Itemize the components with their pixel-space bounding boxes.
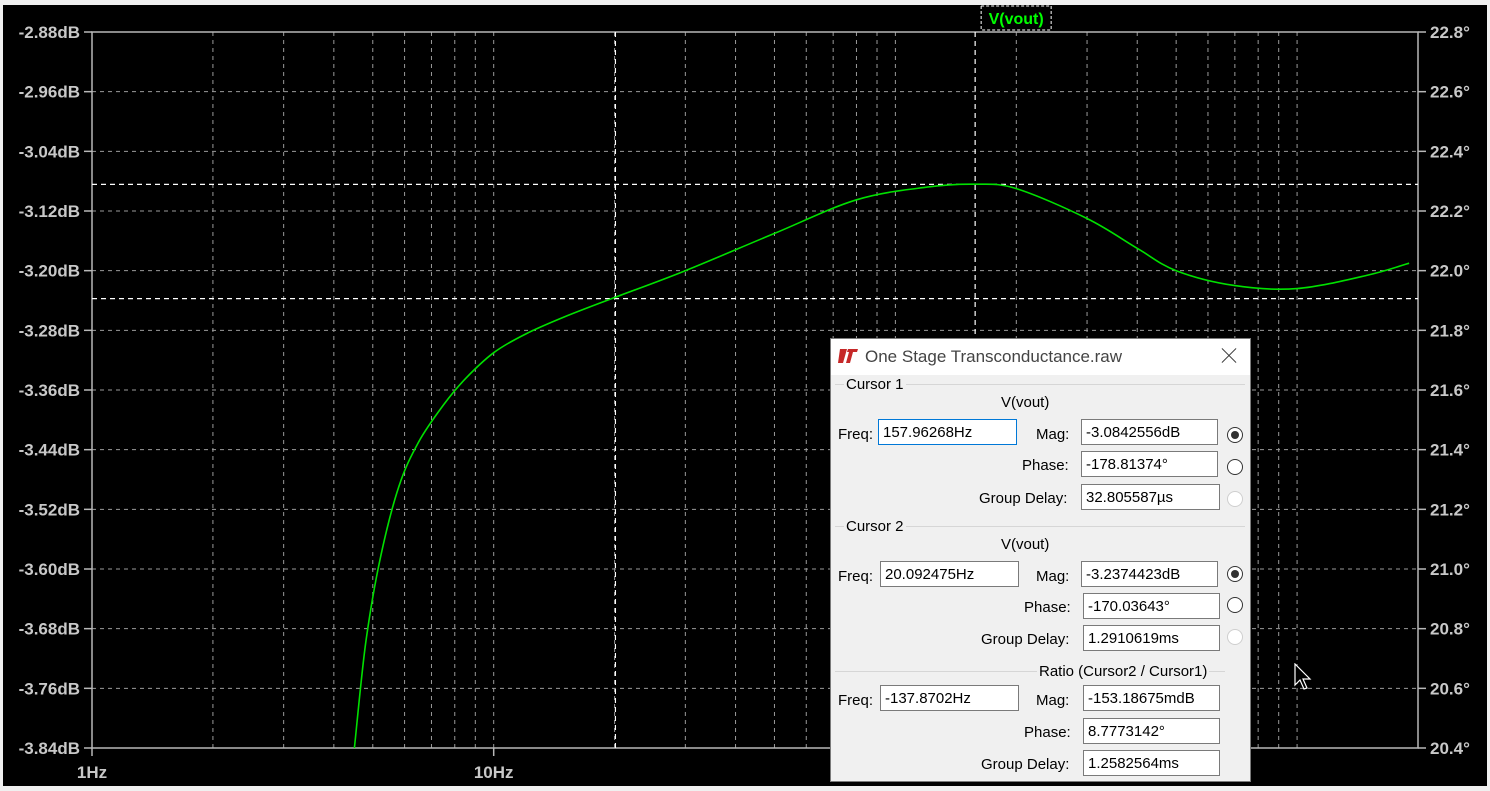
cursor2-phase-radio[interactable]	[1227, 597, 1243, 613]
dialog-title: One Stage Transconductance.raw	[865, 347, 1123, 366]
y-tick-label: -3.28dB	[19, 321, 80, 340]
cursor1-group-delay-field[interactable]	[1081, 484, 1220, 510]
y2-tick-label: 21.4°	[1430, 441, 1470, 460]
ratio-mag-label: Mag:	[1036, 692, 1070, 709]
y-tick-label: -3.76dB	[19, 679, 80, 698]
y2-tick-label: 22.8°	[1430, 23, 1470, 42]
y-tick-label: -3.12dB	[19, 202, 80, 221]
ratio-freq-field[interactable]	[880, 685, 1019, 711]
y2-tick-label: 20.8°	[1430, 620, 1470, 639]
cursor2-mag-field[interactable]	[1081, 561, 1218, 587]
cursor2-mag-radio[interactable]	[1227, 566, 1243, 582]
y-tick-label: -2.96dB	[19, 83, 80, 102]
trace-label[interactable]: V(vout)	[989, 11, 1044, 28]
cursor1-group-delay-radio	[1227, 491, 1243, 507]
cursor2-group-label: Cursor 2	[844, 518, 906, 535]
ratio-phase-label: Phase:	[1024, 724, 1071, 741]
y2-tick-label: 20.6°	[1430, 679, 1470, 698]
y-tick-label: -3.68dB	[19, 620, 80, 639]
cursor2-phase-label: Phase:	[1024, 599, 1071, 616]
cursor1-group-label: Cursor 1	[844, 376, 906, 393]
y2-tick-label: 22.2°	[1430, 202, 1470, 221]
x-tick-label: 1Hz	[77, 763, 107, 782]
y-tick-label: -3.20dB	[19, 262, 80, 281]
y2-tick-label: 22.6°	[1430, 83, 1470, 102]
cursor2-group-delay-radio	[1227, 629, 1243, 645]
cursor1-freq-field[interactable]	[878, 419, 1017, 445]
cursor1-group-delay-label: Group Delay:	[979, 490, 1068, 507]
waveform-plot[interactable]: -2.88dB -2.96dB -3.04dB -3.12dB -3.20dB -3.28…	[0, 0, 1490, 791]
dialog-titlebar[interactable]: One Stage Transconductance.raw	[831, 339, 1250, 375]
close-icon[interactable]	[1215, 343, 1243, 369]
cursor1-mag-radio[interactable]	[1227, 427, 1243, 443]
ltspice-logo-icon	[838, 349, 858, 363]
y2-tick-label: 21.8°	[1430, 321, 1470, 340]
y2-tick-label: 21.0°	[1430, 560, 1470, 579]
cursor1-freq-label: Freq:	[838, 426, 874, 443]
ratio-group-label: Ratio (Cursor2 / Cursor1)	[1037, 663, 1210, 680]
y-tick-label: -3.52dB	[19, 500, 80, 519]
cursor2-freq-label: Freq:	[838, 568, 874, 585]
cursor-dialog: One Stage Transconductance.raw Cursor 1 …	[830, 338, 1251, 782]
cursor1-mag-field[interactable]	[1081, 419, 1218, 445]
plot-background	[3, 5, 1487, 786]
y-tick-label: -3.44dB	[19, 441, 80, 460]
cursor1-phase-radio[interactable]	[1227, 459, 1243, 475]
ratio-freq-label: Freq:	[838, 692, 874, 709]
cursor1-phase-label: Phase:	[1022, 457, 1069, 474]
ratio-group-delay-field[interactable]	[1083, 750, 1220, 776]
y-tick-label: -3.36dB	[19, 381, 80, 400]
y2-tick-label: 21.2°	[1430, 500, 1470, 519]
y2-tick-label: 22.0°	[1430, 262, 1470, 281]
y2-tick-label: 22.4°	[1430, 142, 1470, 161]
cursor1-trace-label: V(vout)	[1001, 394, 1050, 411]
cursor2-phase-field[interactable]	[1083, 593, 1220, 619]
mouse-pointer-icon	[1294, 663, 1312, 690]
cursor1-phase-field[interactable]	[1081, 451, 1218, 477]
cursor1-mag-label: Mag:	[1036, 426, 1070, 443]
y2-tick-label: 21.6°	[1430, 381, 1470, 400]
ratio-mag-field[interactable]	[1083, 685, 1220, 711]
plot-svg: -2.88dB -2.96dB -3.04dB -3.12dB -3.20dB -3.28…	[0, 0, 1490, 791]
cursor2-mag-label: Mag:	[1036, 568, 1070, 585]
y2-tick-label: 20.4°	[1430, 739, 1470, 758]
y-tick-label: -3.84dB	[19, 739, 80, 758]
cursor2-group-delay-label: Group Delay:	[981, 631, 1070, 648]
cursor2-trace-label: V(vout)	[1001, 536, 1050, 553]
cursor2-group-delay-field[interactable]	[1083, 625, 1220, 651]
y-tick-label: -3.60dB	[19, 560, 80, 579]
y-tick-label: -3.04dB	[19, 142, 80, 161]
ratio-phase-field[interactable]	[1083, 718, 1220, 744]
cursor2-freq-field[interactable]	[880, 561, 1019, 587]
x-tick-label: 10Hz	[474, 763, 514, 782]
ratio-group-delay-label: Group Delay:	[981, 756, 1070, 773]
y-tick-label: -2.88dB	[19, 23, 80, 42]
